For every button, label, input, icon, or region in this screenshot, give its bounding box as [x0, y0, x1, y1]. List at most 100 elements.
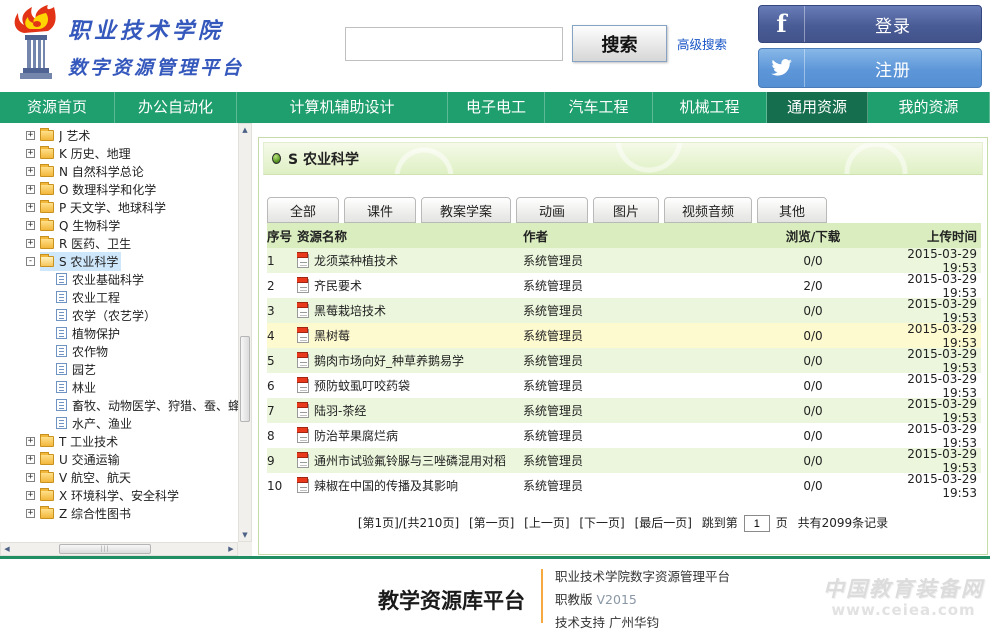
nav-item-automotive[interactable]: 汽车工程: [545, 92, 653, 123]
expand-icon[interactable]: +: [26, 149, 35, 158]
register-button[interactable]: 注册: [758, 48, 982, 88]
tab-images[interactable]: 图片: [593, 197, 659, 223]
scroll-up-icon[interactable]: ▲: [239, 124, 251, 136]
tab-all[interactable]: 全部: [267, 197, 339, 223]
tree-item-label[interactable]: V 航空、航天: [59, 469, 131, 486]
expand-icon[interactable]: +: [26, 167, 35, 176]
tree-item[interactable]: + X 环境科学、安全科学: [0, 486, 238, 504]
tree-item[interactable]: 畜牧、动物医学、狩猎、蚕、蜂: [0, 396, 238, 414]
tree-item-label[interactable]: 农学（农艺学）: [72, 307, 156, 324]
horizontal-scrollbar[interactable]: ◀ ||| ▶: [0, 542, 238, 556]
tree-item-label[interactable]: Z 综合性图书: [59, 505, 131, 522]
tree-item-label[interactable]: Q 生物科学: [59, 217, 120, 234]
tree-item[interactable]: + O 数理科学和化学: [0, 180, 238, 198]
tree-item[interactable]: + K 历史、地理: [0, 144, 238, 162]
resource-link[interactable]: 鹅肉市场向好_种草养鹅易学: [314, 352, 464, 369]
next-page-link[interactable]: [下一页]: [579, 516, 624, 530]
vertical-scroll-thumb[interactable]: [240, 336, 250, 422]
tree-item[interactable]: 农业工程: [0, 288, 238, 306]
prev-page-link[interactable]: [上一页]: [524, 516, 569, 530]
tree-item[interactable]: + N 自然科学总论: [0, 162, 238, 180]
tree-item-label[interactable]: J 艺术: [59, 127, 90, 144]
search-input[interactable]: [345, 27, 563, 61]
login-button[interactable]: f 登录: [758, 5, 982, 43]
tree-item[interactable]: 植物保护: [0, 324, 238, 342]
resource-link[interactable]: 黑树莓: [314, 327, 350, 344]
tree-item[interactable]: + V 航空、航天: [0, 468, 238, 486]
resource-link[interactable]: 辣椒在中国的传播及其影响: [314, 477, 458, 494]
tree-item[interactable]: 农学（农艺学）: [0, 306, 238, 324]
tree-item[interactable]: 农业基础科学: [0, 270, 238, 288]
tree-item-label[interactable]: K 历史、地理: [59, 145, 131, 162]
tree-item[interactable]: + T 工业技术: [0, 432, 238, 450]
tree-item-label[interactable]: T 工业技术: [59, 433, 118, 450]
nav-item-home[interactable]: 资源首页: [0, 92, 115, 123]
scroll-right-icon[interactable]: ▶: [225, 543, 237, 555]
advanced-search-link[interactable]: 高级搜索: [677, 34, 727, 53]
expand-icon[interactable]: +: [26, 509, 35, 518]
tree-item-label[interactable]: N 自然科学总论: [59, 163, 144, 180]
expand-icon[interactable]: +: [26, 203, 35, 212]
resource-link[interactable]: 齐民要术: [314, 277, 362, 294]
tree-item-label[interactable]: 林业: [72, 379, 96, 396]
horizontal-scroll-thumb[interactable]: |||: [59, 544, 151, 554]
tree-item[interactable]: 农作物: [0, 342, 238, 360]
tab-animation[interactable]: 动画: [516, 197, 588, 223]
tree-item-label[interactable]: 农作物: [72, 343, 108, 360]
expand-icon[interactable]: +: [26, 473, 35, 482]
tree-item-label[interactable]: 园艺: [72, 361, 96, 378]
tree-item[interactable]: 林业: [0, 378, 238, 396]
tab-audio-video[interactable]: 视频音频: [664, 197, 752, 223]
tree-item[interactable]: + Z 综合性图书: [0, 504, 238, 522]
tab-other[interactable]: 其他: [757, 197, 827, 223]
tree-item-label[interactable]: 畜牧、动物医学、狩猎、蚕、蜂: [72, 397, 238, 414]
vertical-scrollbar[interactable]: ▲ ▼: [238, 123, 252, 542]
tree-item[interactable]: + R 医药、卫生: [0, 234, 238, 252]
resource-link[interactable]: 防治苹果腐烂病: [314, 427, 398, 444]
tree-item[interactable]: + P 天文学、地球科学: [0, 198, 238, 216]
jump-page-input[interactable]: [744, 515, 770, 532]
tree-item-label[interactable]: O 数理科学和化学: [59, 181, 156, 198]
first-page-link[interactable]: [第一页]: [469, 516, 514, 530]
nav-item-office-automation[interactable]: 办公自动化: [115, 92, 237, 123]
scroll-left-icon[interactable]: ◀: [1, 543, 13, 555]
tree-item-label[interactable]: P 天文学、地球科学: [59, 199, 166, 216]
tree-item-label[interactable]: S 农业科学: [59, 253, 118, 270]
nav-item-general-resources[interactable]: 通用资源: [767, 92, 868, 123]
tree-item-label[interactable]: X 环境科学、安全科学: [59, 487, 179, 504]
tab-courseware[interactable]: 课件: [344, 197, 416, 223]
expand-icon[interactable]: +: [26, 491, 35, 500]
tree-item-label[interactable]: 农业基础科学: [72, 271, 144, 288]
expand-icon[interactable]: +: [26, 437, 35, 446]
tree-item[interactable]: 园艺: [0, 360, 238, 378]
resource-link[interactable]: 通州市试验氟铃脲与三唑磷混用对稻: [314, 452, 506, 469]
resource-link[interactable]: 陆羽-茶经: [314, 402, 366, 419]
tab-lesson-plans[interactable]: 教案学案: [421, 197, 511, 223]
nav-item-mechanical[interactable]: 机械工程: [653, 92, 767, 123]
resource-link[interactable]: 预防蚊虱叮咬药袋: [314, 377, 410, 394]
tree-item[interactable]: + J 艺术: [0, 126, 238, 144]
tree-item-selected[interactable]: - S 农业科学: [0, 252, 238, 270]
collapse-icon[interactable]: -: [26, 257, 35, 266]
search-button[interactable]: 搜索: [572, 25, 667, 62]
tree-item[interactable]: + Q 生物科学: [0, 216, 238, 234]
scroll-down-icon[interactable]: ▼: [239, 529, 251, 541]
expand-icon[interactable]: +: [26, 455, 35, 464]
nav-item-cad[interactable]: 计算机辅助设计: [237, 92, 448, 123]
expand-icon[interactable]: +: [26, 185, 35, 194]
nav-item-my-resources[interactable]: 我的资源: [868, 92, 990, 123]
resource-link[interactable]: 龙须菜种植技术: [314, 252, 398, 269]
tree-item-label[interactable]: R 医药、卫生: [59, 235, 131, 252]
tree-item-label[interactable]: 植物保护: [72, 325, 120, 342]
expand-icon[interactable]: +: [26, 131, 35, 140]
nav-item-electronics[interactable]: 电子电工: [448, 92, 545, 123]
tree-item[interactable]: 水产、渔业: [0, 414, 238, 432]
tree-item-label[interactable]: U 交通运输: [59, 451, 120, 468]
expand-icon[interactable]: +: [26, 239, 35, 248]
resource-link[interactable]: 黑莓栽培技术: [314, 302, 386, 319]
expand-icon[interactable]: +: [26, 221, 35, 230]
tree-item-label[interactable]: 农业工程: [72, 289, 120, 306]
tree-item[interactable]: + U 交通运输: [0, 450, 238, 468]
last-page-link[interactable]: [最后一页]: [635, 516, 692, 530]
tree-item-label[interactable]: 水产、渔业: [72, 415, 132, 432]
